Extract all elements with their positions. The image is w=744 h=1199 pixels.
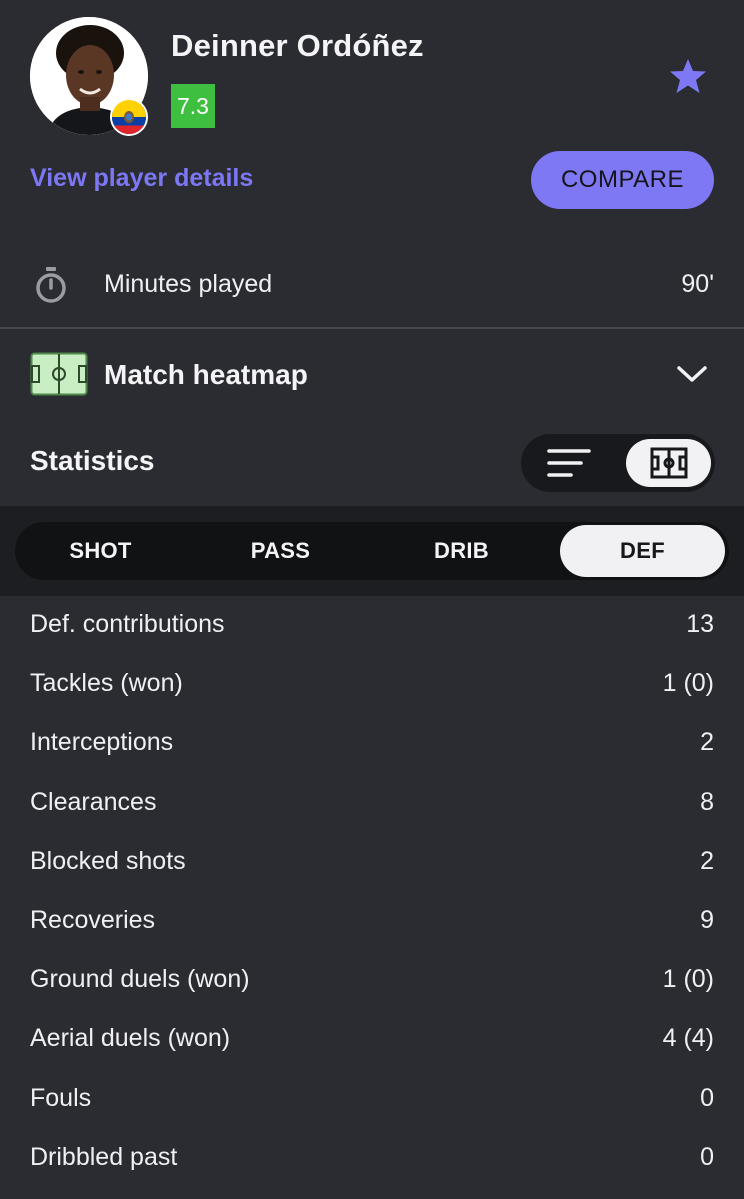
player-name: Deinner Ordóñez bbox=[171, 28, 424, 63]
stat-row-clearances: Clearances 8 bbox=[0, 774, 744, 833]
minutes-played-value: 90' bbox=[681, 270, 714, 298]
player-stats-panel: Deinner Ordóñez 7.3 View player details … bbox=[0, 0, 744, 1199]
stopwatch-icon bbox=[33, 266, 69, 304]
stat-category-tab-group: SHOT PASS DRIB DEF bbox=[15, 522, 729, 580]
stat-label: Aerial duels (won) bbox=[30, 1024, 231, 1053]
stat-label: Blocked shots bbox=[30, 846, 186, 875]
player-rating-badge: 7.3 bbox=[171, 84, 215, 128]
stat-row-dribbled-past: Dribbled past 0 bbox=[0, 1129, 744, 1188]
stat-label: Interceptions bbox=[30, 728, 174, 757]
tab-def[interactable]: DEF bbox=[560, 525, 725, 577]
stat-row-interceptions: Interceptions 2 bbox=[0, 714, 744, 773]
ecuador-flag-icon bbox=[110, 98, 148, 136]
match-heatmap-label: Match heatmap bbox=[104, 359, 308, 390]
stat-value: 13 bbox=[686, 610, 714, 638]
stat-row-tackles: Tackles (won) 1 (0) bbox=[0, 655, 744, 714]
stat-label: Def. contributions bbox=[30, 610, 225, 638]
stat-value: 0 bbox=[700, 1142, 714, 1171]
stat-label: Fouls bbox=[30, 1083, 92, 1112]
section-divider bbox=[0, 327, 744, 329]
tab-pass[interactable]: PASS bbox=[198, 522, 363, 580]
stat-row-ground-duels: Ground duels (won) 1 (0) bbox=[0, 951, 744, 1010]
chevron-down-icon[interactable] bbox=[676, 362, 708, 386]
stat-value: 2 bbox=[700, 728, 714, 757]
compare-button[interactable]: COMPARE bbox=[531, 151, 714, 209]
stat-value: 1 (0) bbox=[662, 669, 714, 698]
pitch-icon bbox=[650, 447, 688, 479]
stat-row-aerial-duels: Aerial duels (won) 4 (4) bbox=[0, 1010, 744, 1069]
stat-label: Ground duels (won) bbox=[30, 965, 250, 994]
stat-value: 2 bbox=[700, 846, 714, 875]
stat-row-recoveries: Recoveries 9 bbox=[0, 892, 744, 951]
minutes-played-row: Minutes played 90' bbox=[0, 254, 744, 316]
tab-shot[interactable]: SHOT bbox=[18, 522, 183, 580]
pitch-view-toggle[interactable] bbox=[626, 439, 711, 487]
match-heatmap-toggle[interactable]: Match heatmap bbox=[0, 344, 744, 404]
statistics-view-toggle bbox=[521, 434, 715, 492]
stats-list: Def. contributions 13 Tackles (won) 1 (0… bbox=[0, 596, 744, 1188]
minutes-played-label: Minutes played bbox=[104, 270, 273, 298]
stat-label: Dribbled past bbox=[30, 1142, 178, 1171]
stat-value: 8 bbox=[700, 787, 714, 816]
stat-row-fouls: Fouls 0 bbox=[0, 1070, 744, 1129]
player-header: Deinner Ordóñez 7.3 View player details … bbox=[0, 0, 744, 240]
stat-label: Tackles (won) bbox=[30, 669, 183, 698]
stat-value: 1 (0) bbox=[662, 965, 714, 994]
stat-label: Recoveries bbox=[30, 905, 156, 934]
view-player-details-link[interactable]: View player details bbox=[30, 164, 253, 193]
stat-value: 9 bbox=[700, 905, 714, 934]
statistics-title: Statistics bbox=[30, 445, 155, 476]
star-icon[interactable] bbox=[668, 56, 708, 96]
stat-row-blocked-shots: Blocked shots 2 bbox=[0, 833, 744, 892]
stat-value: 0 bbox=[700, 1083, 714, 1112]
stat-category-tabs: SHOT PASS DRIB DEF bbox=[0, 506, 744, 596]
stat-row-def-contributions: Def. contributions 13 bbox=[0, 596, 744, 655]
list-icon[interactable] bbox=[541, 443, 597, 483]
stat-label: Clearances bbox=[30, 787, 157, 816]
tab-drib[interactable]: DRIB bbox=[379, 522, 544, 580]
stat-value: 4 (4) bbox=[662, 1024, 714, 1053]
pitch-icon bbox=[30, 352, 88, 396]
